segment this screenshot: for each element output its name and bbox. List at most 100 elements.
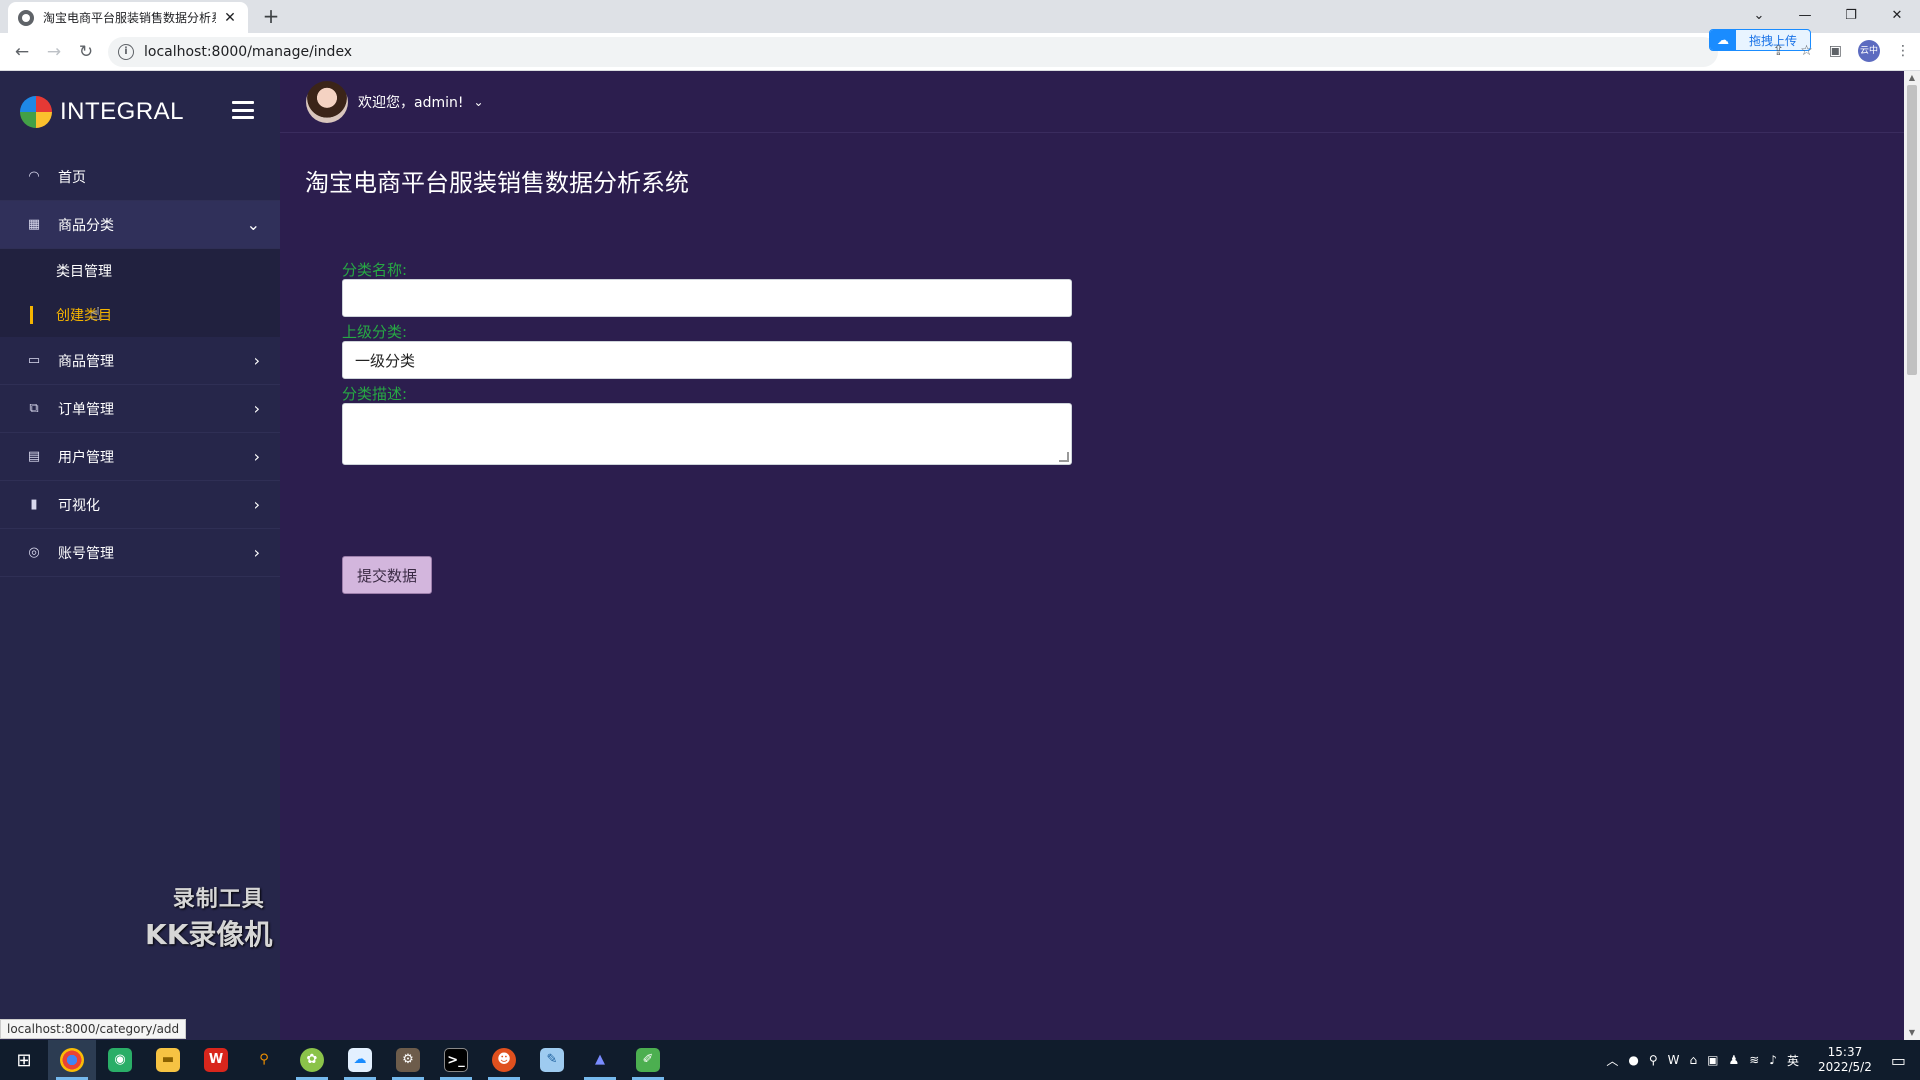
- taskbar: ⊞ ◉ ▬ W ⚲ ✿ ☁ ⚙ >_ ☻ ✎ ▲ ✐ ︿ ● ⚲ W ⌂ ▣ ♟…: [0, 1040, 1920, 1080]
- tray-search-icon[interactable]: ⚲: [1649, 1053, 1658, 1067]
- taskbar-app-orange[interactable]: ☻: [480, 1040, 528, 1080]
- windows-start-icon[interactable]: ⊞: [0, 1040, 48, 1080]
- tray-wechat-icon[interactable]: ●: [1628, 1053, 1638, 1067]
- sidebar-item-label: 可视化: [58, 497, 100, 514]
- document-icon: ▤: [27, 449, 41, 464]
- browser-tab[interactable]: 淘宝电商平台服装销售数据分析系 ✕: [8, 2, 248, 33]
- tray-nvidia-icon[interactable]: ▣: [1707, 1053, 1718, 1067]
- topbar: 欢迎您，admin! ⌄: [280, 71, 1920, 133]
- name-label: 分类名称:: [342, 261, 408, 279]
- scroll-down-icon[interactable]: ▼: [1904, 1026, 1920, 1040]
- chevron-right-icon: ›: [253, 351, 260, 370]
- sidebar-item-users[interactable]: ▤ 用户管理 ›: [0, 433, 280, 481]
- address-bar[interactable]: i localhost:8000/manage/index: [108, 37, 1718, 67]
- profile-avatar[interactable]: 云中: [1858, 40, 1880, 62]
- chevron-right-icon: ›: [253, 495, 260, 514]
- scroll-up-icon[interactable]: ▲: [1904, 71, 1920, 85]
- chevron-down-icon[interactable]: ⌄: [473, 95, 483, 109]
- clock-date: 2022/5/2: [1817, 1060, 1872, 1074]
- notification-icon[interactable]: ▭: [1891, 1051, 1906, 1070]
- back-button[interactable]: ←: [10, 40, 34, 64]
- tray-usb-icon[interactable]: ⌂: [1689, 1053, 1697, 1067]
- category-name-input[interactable]: [342, 279, 1072, 317]
- taskbar-photos[interactable]: ▲: [576, 1040, 624, 1080]
- taskbar-explorer[interactable]: ▬: [144, 1040, 192, 1080]
- gear-icon: ⚙: [396, 1048, 420, 1072]
- wps-icon: W: [204, 1048, 228, 1072]
- scrollbar-thumb[interactable]: [1907, 85, 1917, 375]
- copy-icon: ⧉: [29, 401, 39, 416]
- more-menu-icon[interactable]: ⋮: [1896, 43, 1910, 59]
- taskbar-editor[interactable]: ✐: [624, 1040, 672, 1080]
- browser-toolbar: ← → ↻ i localhost:8000/manage/index: [0, 33, 1920, 71]
- leaf-icon: ✿: [300, 1048, 324, 1072]
- submit-button[interactable]: 提交数据: [342, 556, 432, 594]
- tab-search-icon[interactable]: ⌄: [1736, 0, 1782, 30]
- tray-wps-icon[interactable]: W: [1668, 1053, 1680, 1067]
- minimize-button[interactable]: —: [1782, 0, 1828, 30]
- site-info-icon[interactable]: i: [118, 44, 134, 60]
- taskbar-search[interactable]: ⚲: [240, 1040, 288, 1080]
- submenu-item-label: 类目管理: [56, 264, 112, 280]
- page-title: 淘宝电商平台服装销售数据分析系统: [305, 169, 689, 197]
- folder-icon: ▬: [156, 1048, 180, 1072]
- tray-expand-icon[interactable]: ︿: [1606, 1052, 1618, 1069]
- taskbar-app-green[interactable]: ✿: [288, 1040, 336, 1080]
- web-page: INTEGRAL ◠ 首页 ▦ 商品分类 ⌄ 类目管理 创建类目 ▭ 商品管理 …: [0, 71, 1920, 1040]
- sidebar-item-label: 用户管理: [58, 449, 114, 466]
- taskbar-wechat[interactable]: ◉: [96, 1040, 144, 1080]
- taskbar-chrome[interactable]: [48, 1040, 96, 1080]
- cloud-icon: ☁: [348, 1048, 372, 1072]
- reload-button[interactable]: ↻: [74, 40, 98, 64]
- close-window-button[interactable]: ✕: [1874, 0, 1920, 30]
- bar-chart-icon: ▮: [30, 497, 38, 512]
- brand: INTEGRAL: [0, 71, 280, 153]
- user-greeting[interactable]: 欢迎您，admin!: [358, 92, 463, 112]
- ime-indicator[interactable]: 英: [1787, 1052, 1799, 1069]
- dashboard-icon: ◠: [28, 169, 40, 184]
- recorder-watermark: 录制工具 KK录像机: [145, 881, 272, 953]
- globe-icon: ◎: [28, 545, 40, 560]
- side-panel-icon[interactable]: ▣: [1829, 43, 1842, 59]
- sidebar-item-visualization[interactable]: ▮ 可视化 ›: [0, 481, 280, 529]
- sidebar-item-orders[interactable]: ⧉ 订单管理 ›: [0, 385, 280, 433]
- tab-close-icon[interactable]: ✕: [222, 10, 238, 26]
- taskbar-clock[interactable]: 15:37 2022/5/2: [1818, 1045, 1872, 1075]
- taskbar-notepad[interactable]: ✎: [528, 1040, 576, 1080]
- link-status-bubble: localhost:8000/category/add: [0, 1019, 187, 1039]
- sidebar-item-label: 商品管理: [58, 353, 114, 370]
- sidebar-item-products[interactable]: ▭ 商品管理 ›: [0, 337, 280, 385]
- submenu-item-label: 创建类目: [56, 308, 112, 324]
- new-tab-button[interactable]: +: [260, 6, 282, 28]
- toolbar-icons: ⇪ ☆ ▣ 云中 ⋮: [1772, 40, 1910, 62]
- forward-button[interactable]: →: [42, 40, 66, 64]
- brand-logo-icon: [20, 96, 52, 128]
- sidebar-item-label: 账号管理: [58, 545, 114, 562]
- wifi-icon[interactable]: ≋: [1749, 1053, 1759, 1067]
- submenu-item-category-manage[interactable]: 类目管理: [0, 249, 280, 293]
- sidebar: INTEGRAL ◠ 首页 ▦ 商品分类 ⌄ 类目管理 创建类目 ▭ 商品管理 …: [0, 71, 280, 1040]
- sidebar-item-category[interactable]: ▦ 商品分类 ⌄: [0, 201, 280, 249]
- sidebar-item-accounts[interactable]: ◎ 账号管理 ›: [0, 529, 280, 577]
- volume-icon[interactable]: ♪: [1769, 1053, 1777, 1067]
- taskbar-terminal[interactable]: >_: [432, 1040, 480, 1080]
- hamburger-menu-icon[interactable]: [232, 101, 254, 119]
- page-scrollbar[interactable]: ▲ ▼: [1904, 71, 1920, 1040]
- taskbar-app-gear[interactable]: ⚙: [384, 1040, 432, 1080]
- window-controls: ⌄ — ❐ ✕: [1736, 0, 1920, 30]
- category-description-textarea[interactable]: [342, 403, 1072, 465]
- sidebar-item-label: 商品分类: [58, 217, 114, 234]
- parent-category-select[interactable]: 一级分类: [342, 341, 1072, 379]
- bookmark-star-icon[interactable]: ☆: [1800, 43, 1813, 59]
- restore-button[interactable]: ❐: [1828, 0, 1874, 30]
- avatar[interactable]: [306, 80, 348, 123]
- taskbar-baidu-netdisk[interactable]: ☁: [336, 1040, 384, 1080]
- terminal-icon: >_: [444, 1048, 468, 1072]
- submenu-item-create-category[interactable]: 创建类目: [0, 293, 280, 337]
- share-icon[interactable]: ⇪: [1772, 43, 1784, 59]
- window-icon: ▭: [27, 353, 41, 368]
- sidebar-item-home[interactable]: ◠ 首页: [0, 153, 280, 201]
- tray-qq-icon[interactable]: ♟: [1728, 1053, 1739, 1067]
- taskbar-wps[interactable]: W: [192, 1040, 240, 1080]
- chrome-icon: [60, 1048, 84, 1072]
